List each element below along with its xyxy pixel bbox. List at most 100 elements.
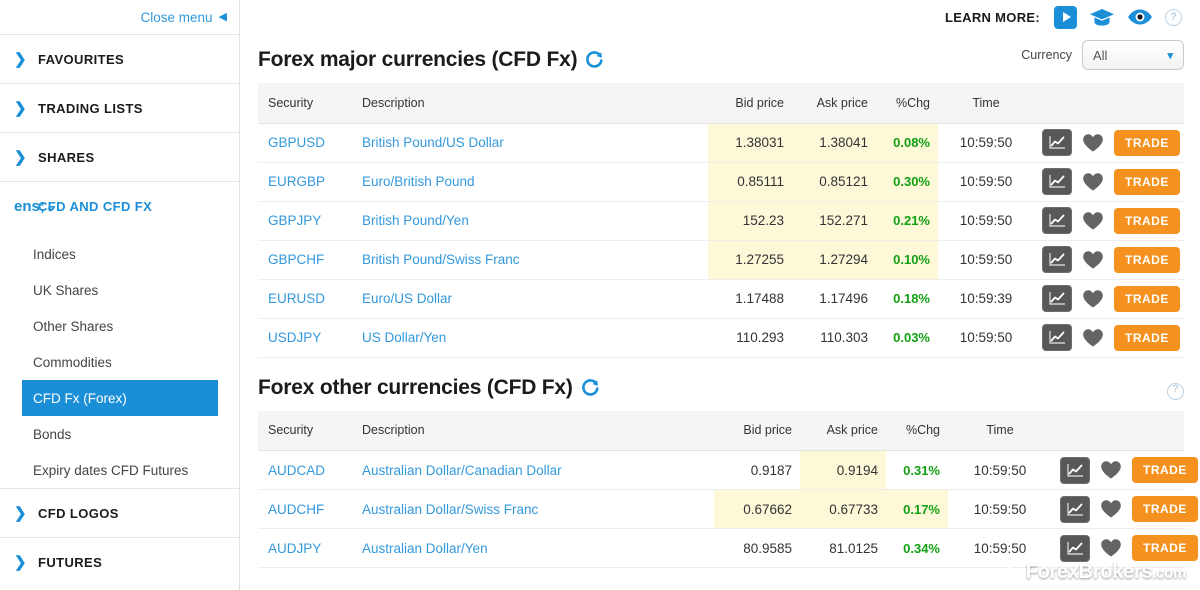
security-link[interactable]: EURUSD [268, 291, 325, 306]
refresh-icon[interactable] [581, 378, 600, 400]
trade-button[interactable]: TRADE [1132, 496, 1198, 522]
security-link[interactable]: AUDCHF [268, 502, 324, 517]
help-icon[interactable]: ? [1167, 382, 1184, 400]
chart-icon[interactable] [1060, 495, 1090, 523]
table-row[interactable]: GBPCHF British Pound/Swiss Franc 1.27255 1.… [258, 240, 1184, 280]
chart-icon[interactable] [1042, 207, 1072, 234]
sidebar-item-bonds[interactable]: Bonds [0, 416, 239, 452]
heart-icon[interactable] [1082, 211, 1104, 231]
sidebar-item-expiry-dates-cfd-futures[interactable]: Expiry dates CFD Futures [0, 452, 239, 488]
heart-icon[interactable] [1082, 250, 1104, 270]
column-header-time[interactable]: Time [948, 410, 1052, 451]
column-header-description[interactable]: Description [354, 83, 708, 124]
cell-ask-price[interactable]: 0.67733 [800, 489, 886, 529]
cell-ask-price[interactable]: 152.271 [792, 201, 876, 241]
heart-icon[interactable] [1082, 172, 1104, 192]
sidebar-group-favourites[interactable]: ❯ FAVOURITES [0, 34, 239, 83]
description-link[interactable]: Australian Dollar/Yen [362, 541, 488, 556]
cell-ask-price[interactable]: 110.303 [792, 318, 876, 358]
chart-icon[interactable] [1042, 246, 1072, 273]
play-icon[interactable] [1054, 5, 1077, 29]
column-header-ask-price[interactable]: Ask price [792, 83, 876, 124]
chart-icon[interactable] [1060, 534, 1090, 562]
table-row[interactable]: EURUSD Euro/US Dollar 1.17488 1.17496 0.18% 1… [258, 279, 1184, 319]
sidebar-item-cfd-fx-forex[interactable]: CFD Fx (Forex) [22, 380, 218, 416]
heart-icon[interactable] [1100, 538, 1122, 558]
cell-ask-price[interactable]: 0.9194 [800, 450, 886, 490]
cell-bid-price[interactable]: 110.293 [708, 318, 792, 358]
heart-icon[interactable] [1082, 328, 1104, 348]
refresh-icon[interactable] [585, 51, 604, 72]
help-icon[interactable]: ? [1165, 8, 1182, 26]
trade-button[interactable]: TRADE [1132, 535, 1198, 561]
cell-bid-price[interactable]: 152.23 [708, 201, 792, 241]
chart-icon[interactable] [1060, 456, 1090, 484]
table-row[interactable]: GBPUSD British Pound/US Dollar 1.38031 1.38… [258, 123, 1184, 163]
description-link[interactable]: Australian Dollar/Swiss Franc [362, 502, 538, 517]
close-menu-button[interactable]: Close menu ◀ [140, 10, 227, 25]
column-header-description[interactable]: Description [354, 410, 714, 451]
chart-icon[interactable] [1042, 324, 1072, 351]
sidebar-item-commodities[interactable]: Commodities [0, 344, 239, 380]
trade-button[interactable]: TRADE [1132, 457, 1198, 483]
sidebar-item-other-shares[interactable]: Other Shares [0, 308, 239, 344]
description-link[interactable]: Australian Dollar/Canadian Dollar [362, 463, 562, 478]
column-header-pct-change[interactable]: %Chg [876, 83, 938, 124]
cell-ask-price[interactable]: 0.85121 [792, 162, 876, 202]
sidebar-group-futures[interactable]: ❯ FUTURES [0, 537, 239, 586]
description-link[interactable]: British Pound/US Dollar [362, 135, 504, 150]
trade-button[interactable]: TRADE [1114, 168, 1180, 195]
sidebar-item-indices[interactable]: Indices [0, 236, 239, 272]
description-link[interactable]: Euro/British Pound [362, 174, 475, 189]
heart-icon[interactable] [1100, 499, 1122, 519]
cell-bid-price[interactable]: 0.9187 [714, 450, 800, 490]
trade-button[interactable]: TRADE [1114, 324, 1180, 351]
cell-bid-price[interactable]: 80.9585 [714, 528, 800, 568]
cell-bid-price[interactable]: 1.27255 [708, 240, 792, 280]
column-header-security[interactable]: Security [258, 410, 354, 451]
eye-icon[interactable] [1127, 8, 1153, 26]
heart-icon[interactable] [1082, 133, 1104, 153]
cell-bid-price[interactable]: 1.17488 [708, 279, 792, 319]
column-header-bid-price[interactable]: Bid price [708, 83, 792, 124]
chart-icon[interactable] [1042, 168, 1072, 195]
cell-bid-price[interactable]: 0.67662 [714, 489, 800, 529]
security-link[interactable]: EURGBP [268, 174, 325, 189]
cell-ask-price[interactable]: 1.17496 [792, 279, 876, 319]
trade-button[interactable]: TRADE [1114, 207, 1180, 234]
table-row[interactable]: AUDCHF Australian Dollar/Swiss Franc 0.676… [258, 489, 1198, 529]
sidebar-group-trading-lists[interactable]: ❯ TRADING LISTS [0, 83, 239, 132]
description-link[interactable]: US Dollar/Yen [362, 330, 446, 345]
column-header-pct-change[interactable]: %Chg [886, 410, 948, 451]
cell-bid-price[interactable]: 0.85111 [708, 162, 792, 202]
column-header-security[interactable]: Security [258, 83, 354, 124]
cell-ask-price[interactable]: 81.0125 [800, 528, 886, 568]
heart-icon[interactable] [1100, 460, 1122, 480]
table-row[interactable]: AUDCAD Australian Dollar/Canadian Dollar 0… [258, 450, 1198, 490]
security-link[interactable]: GBPJPY [268, 213, 321, 228]
description-link[interactable]: British Pound/Swiss Franc [362, 252, 520, 267]
sidebar-group-cfd-and-cfd-fx[interactable]: ens;⌄ CFD AND CFD FX [0, 181, 239, 230]
currency-select[interactable]: All ▾ [1082, 40, 1184, 70]
chart-icon[interactable] [1042, 285, 1072, 312]
trade-button[interactable]: TRADE [1114, 285, 1180, 312]
cell-ask-price[interactable]: 1.27294 [792, 240, 876, 280]
security-link[interactable]: USDJPY [268, 330, 321, 345]
sidebar-item-uk-shares[interactable]: UK Shares [0, 272, 239, 308]
security-link[interactable]: GBPCHF [268, 252, 324, 267]
sidebar-group-cfd-logos[interactable]: ❯ CFD LOGOS [0, 488, 239, 537]
graduation-cap-icon[interactable] [1089, 8, 1115, 27]
security-link[interactable]: GBPUSD [268, 135, 325, 150]
cell-bid-price[interactable]: 1.38031 [708, 123, 792, 163]
column-header-time[interactable]: Time [938, 83, 1034, 124]
column-header-ask-price[interactable]: Ask price [800, 410, 886, 451]
description-link[interactable]: Euro/US Dollar [362, 291, 452, 306]
sidebar-group-shares[interactable]: ❯ SHARES [0, 132, 239, 181]
table-row[interactable]: USDJPY US Dollar/Yen 110.293 110.303 0.03% 10… [258, 318, 1184, 358]
trade-button[interactable]: TRADE [1114, 129, 1180, 156]
cell-ask-price[interactable]: 1.38041 [792, 123, 876, 163]
table-row[interactable]: AUDJPY Australian Dollar/Yen 80.9585 81.012… [258, 528, 1198, 568]
table-row[interactable]: EURGBP Euro/British Pound 0.85111 0.85121 0.… [258, 162, 1184, 202]
chart-icon[interactable] [1042, 129, 1072, 156]
heart-icon[interactable] [1082, 289, 1104, 309]
